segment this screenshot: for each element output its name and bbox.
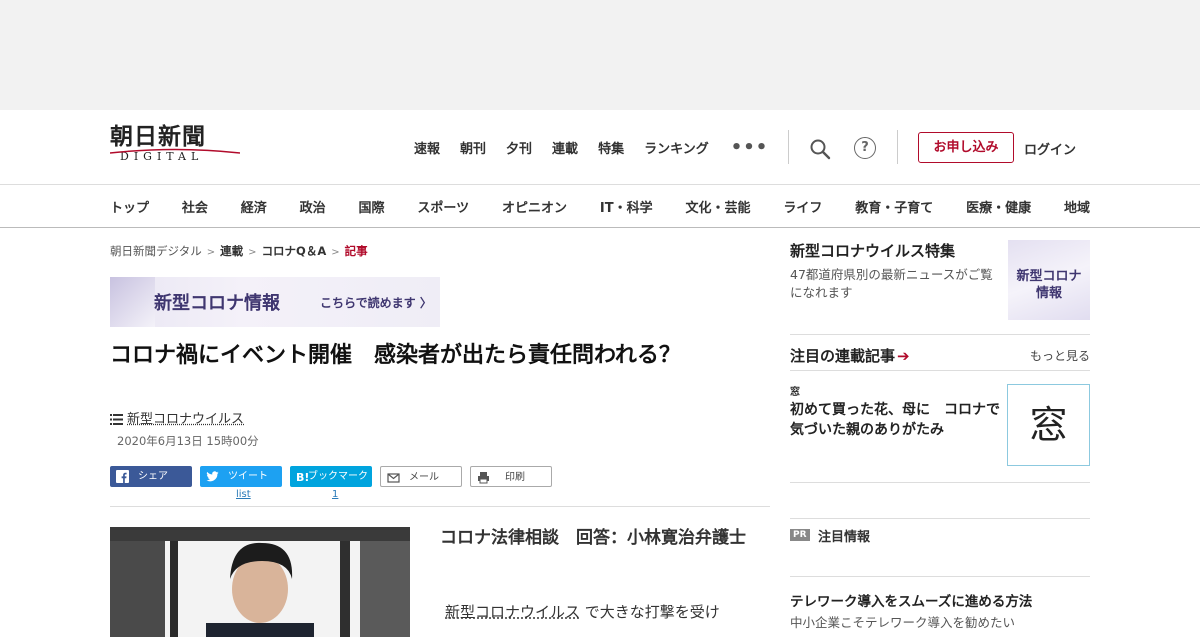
category-life[interactable]: ライフ — [783, 197, 822, 216]
top-nav-rensai[interactable]: 連載 — [552, 138, 578, 157]
top-nav-choukan[interactable]: 朝刊 — [460, 138, 486, 157]
top-nav: 速報 朝刊 夕刊 連載 特集 ランキング ••• — [414, 138, 768, 157]
rensai-heading-text: 注目の連載記事 — [790, 347, 896, 365]
article-lead: 新型コロナウイルス で大きな打撃を受け — [445, 601, 720, 622]
print-button[interactable]: 印刷 — [470, 466, 552, 487]
more-link[interactable]: もっと見る — [1030, 347, 1090, 364]
rensai-heading[interactable]: 注目の連載記事 ➔ — [790, 345, 910, 366]
site-header: 朝日新聞 DIGITAL 速報 朝刊 夕刊 連載 特集 ランキング ••• ? … — [0, 110, 1200, 184]
twitter-icon — [206, 471, 219, 482]
article-photo — [110, 527, 410, 637]
top-nav-sokuho[interactable]: 速報 — [414, 138, 440, 157]
facebook-share-label: シェア — [138, 471, 168, 482]
mail-share-button[interactable]: メール — [380, 466, 462, 487]
banner-subtitle: こちらで読めます 〉 — [320, 296, 432, 310]
help-icon[interactable]: ? — [854, 137, 876, 159]
category-international[interactable]: 国際 — [359, 197, 385, 216]
divider — [788, 130, 789, 164]
twitter-share-count[interactable]: list — [236, 489, 251, 500]
rensai-article-title[interactable]: 初めて買った花、母に コロナで気づいた親のありがたみ — [790, 400, 1002, 440]
article-tag-link[interactable]: 新型コロナウイルス — [127, 412, 244, 427]
print-label: 印刷 — [505, 472, 525, 483]
breadcrumb-separator: > — [248, 247, 257, 258]
mail-icon — [387, 473, 400, 483]
breadcrumb-separator: > — [206, 247, 216, 258]
article-date: 2020年6月13日 15時00分 — [117, 434, 259, 448]
rensai-thumbnail[interactable]: 窓 — [1007, 384, 1090, 466]
subscribe-button[interactable]: お申し込み — [918, 132, 1014, 163]
list-icon — [110, 414, 123, 425]
breadcrumb: 朝日新聞デジタル > 連載 > コロナQ＆A > 記事 — [110, 243, 368, 259]
category-education[interactable]: 教育・子育て — [855, 197, 933, 216]
printer-icon — [478, 472, 489, 484]
facebook-icon — [116, 470, 129, 483]
breadcrumb-current: 記事 — [344, 244, 368, 258]
twitter-tweet-button[interactable]: ツイート — [200, 466, 282, 487]
ad-banner-area — [0, 0, 1200, 110]
divider — [897, 130, 898, 164]
breadcrumb-rensai[interactable]: 連載 — [220, 244, 243, 258]
facebook-share-button[interactable]: シェア — [110, 466, 192, 487]
category-health[interactable]: 医療・健康 — [966, 197, 1031, 216]
breadcrumb-home[interactable]: 朝日新聞デジタル — [110, 244, 202, 258]
logo-swoosh-icon — [110, 148, 240, 154]
banner-decoration — [110, 277, 155, 327]
portrait-image — [110, 527, 410, 637]
pr-section-title: 注目情報 — [818, 530, 871, 545]
mail-share-label: メール — [409, 472, 439, 483]
feature-description: 47都道府県別の最新ニュースがご覧になれます — [790, 267, 993, 300]
lead-keyword-link[interactable]: 新型コロナウイルス — [445, 603, 580, 621]
category-nav: トップ 社会 経済 政治 国際 スポーツ オピニオン IT・科学 文化・芸能 ラ… — [0, 184, 1200, 228]
divider — [790, 334, 1090, 335]
top-nav-tokushu[interactable]: 特集 — [598, 138, 624, 157]
login-link[interactable]: ログイン — [1024, 139, 1076, 158]
category-politics[interactable]: 政治 — [300, 197, 326, 216]
category-top[interactable]: トップ — [110, 197, 149, 216]
category-society[interactable]: 社会 — [182, 197, 208, 216]
category-economy[interactable]: 経済 — [241, 197, 267, 216]
feature-thumbnail-text: 新型コロナ 情報 — [1016, 269, 1082, 301]
category-region[interactable]: 地域 — [1064, 197, 1090, 216]
divider — [790, 518, 1090, 519]
breadcrumb-separator: > — [331, 247, 340, 258]
pr-item-description: 中小企業こそテレワーク導入を勧めたい — [790, 615, 1016, 630]
share-buttons: シェア ツイート B! ブックマーク メール 印刷 — [110, 466, 560, 487]
category-opinion[interactable]: オピニオン — [502, 197, 567, 216]
search-icon[interactable] — [808, 137, 832, 161]
twitter-tweet-label: ツイート — [228, 471, 268, 482]
logo-main-text: 朝日新聞 — [110, 123, 206, 150]
rensai-series-label: 窓 — [790, 387, 800, 398]
rensai-thumbnail-char: 窓 — [1029, 403, 1068, 447]
divider — [790, 370, 1090, 371]
category-culture[interactable]: 文化・芸能 — [685, 197, 750, 216]
top-nav-ranking[interactable]: ランキング — [644, 138, 709, 157]
hatena-bookmark-button[interactable]: B! ブックマーク — [290, 466, 372, 487]
more-menu-icon[interactable]: ••• — [731, 138, 769, 156]
article-subtitle: コロナ法律相談 回答：小林寛治弁護士 — [440, 528, 746, 548]
logo[interactable]: 朝日新聞 DIGITAL — [110, 124, 242, 163]
pr-badge: PR — [790, 529, 810, 541]
pr-item-title[interactable]: テレワーク導入をスムーズに進める方法 — [790, 590, 1032, 610]
breadcrumb-corona-qa[interactable]: コロナQ＆A — [262, 244, 327, 258]
article-tag-row: 新型コロナウイルス — [110, 408, 244, 427]
top-nav-yukan[interactable]: 夕刊 — [506, 138, 532, 157]
article-headline: コロナ禍にイベント開催 感染者が出たら責任問われる？ — [110, 343, 681, 368]
lead-text: で大きな打撃を受け — [580, 603, 720, 621]
divider — [790, 576, 1090, 577]
hatena-share-count[interactable]: 1 — [332, 489, 338, 500]
divider — [790, 482, 1090, 483]
feature-title[interactable]: 新型コロナウイルス特集 — [790, 240, 955, 261]
banner-title: 新型コロナ情報 — [154, 293, 280, 314]
hatena-bookmark-label: ブックマーク — [308, 471, 368, 482]
corona-info-banner[interactable]: 新型コロナ情報 こちらで読めます 〉 — [110, 277, 440, 327]
category-it-science[interactable]: IT・科学 — [600, 197, 653, 216]
divider — [110, 506, 770, 507]
category-sports[interactable]: スポーツ — [417, 197, 469, 216]
feature-thumbnail[interactable]: 新型コロナ 情報 — [1008, 240, 1090, 320]
arrow-right-icon: ➔ — [897, 347, 910, 365]
